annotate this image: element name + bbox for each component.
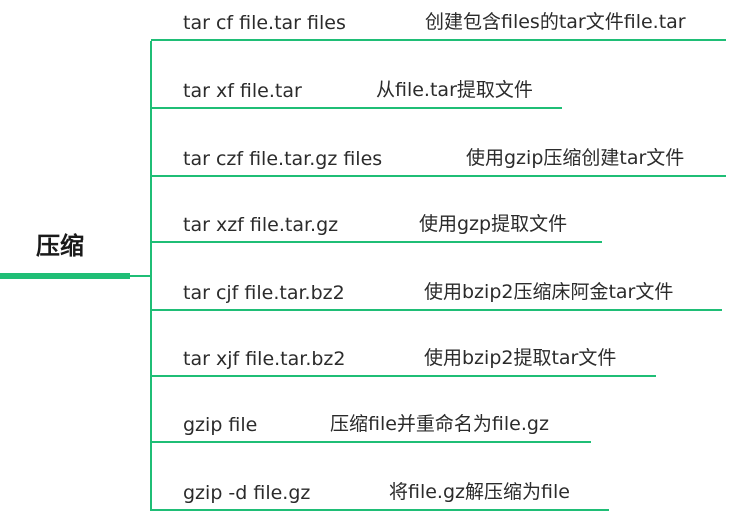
branch-node: tar cf file.tar files 创建包含files的tar文件fil… — [151, 1, 726, 41]
branch-node: gzip -d file.gz 将file.gz解压缩为file — [151, 471, 609, 511]
branch-underline — [151, 175, 726, 177]
branch-node: tar xf file.tar 从file.tar提取文件 — [151, 69, 562, 109]
branch-description: 使用bzip2提取tar文件 — [424, 347, 617, 369]
branch-command: tar cf file.tar files — [183, 12, 346, 34]
branch-underline — [151, 309, 722, 311]
branch-description: 压缩file并重命名为file.gz — [330, 413, 549, 435]
branch-command: tar xjf file.tar.bz2 — [183, 348, 346, 370]
root-underline — [0, 273, 130, 279]
branch-description: 创建包含files的tar文件file.tar — [425, 11, 686, 33]
branch-underline — [151, 241, 602, 243]
branch-node: tar xjf file.tar.bz2 使用bzip2提取tar文件 — [151, 337, 656, 377]
branch-description: 使用gzp提取文件 — [419, 213, 568, 235]
branch-command: gzip -d file.gz — [183, 482, 311, 504]
mind-map: 压缩 tar cf file.tar files 创建包含files的tar文件… — [0, 0, 745, 518]
branch-node: gzip file 压缩file并重命名为file.gz — [151, 403, 591, 443]
branch-description: 从file.tar提取文件 — [376, 79, 533, 101]
branch-node: tar xzf file.tar.gz 使用gzp提取文件 — [151, 203, 602, 243]
branch-underline — [151, 509, 609, 511]
branch-description: 将file.gz解压缩为file — [389, 481, 570, 503]
branch-underline — [151, 39, 726, 41]
branch-command: tar xf file.tar — [183, 80, 302, 102]
branch-command: tar cjf file.tar.bz2 — [183, 282, 345, 304]
branch-description: 使用gzip压缩创建tar文件 — [466, 147, 685, 169]
root-node-label: 压缩 — [36, 232, 84, 260]
branch-node: tar czf file.tar.gz files 使用gzip压缩创建tar文… — [151, 137, 726, 177]
branch-node: tar cjf file.tar.bz2 使用bzip2压缩床阿金tar文件 — [151, 271, 722, 311]
branch-underline — [151, 107, 562, 109]
branch-command: tar xzf file.tar.gz — [183, 214, 339, 236]
branch-command: gzip file — [183, 414, 258, 436]
branch-underline — [151, 441, 591, 443]
root-connector — [130, 275, 151, 277]
branch-command: tar czf file.tar.gz files — [183, 148, 383, 170]
branch-underline — [151, 375, 656, 377]
branch-description: 使用bzip2压缩床阿金tar文件 — [424, 281, 674, 303]
